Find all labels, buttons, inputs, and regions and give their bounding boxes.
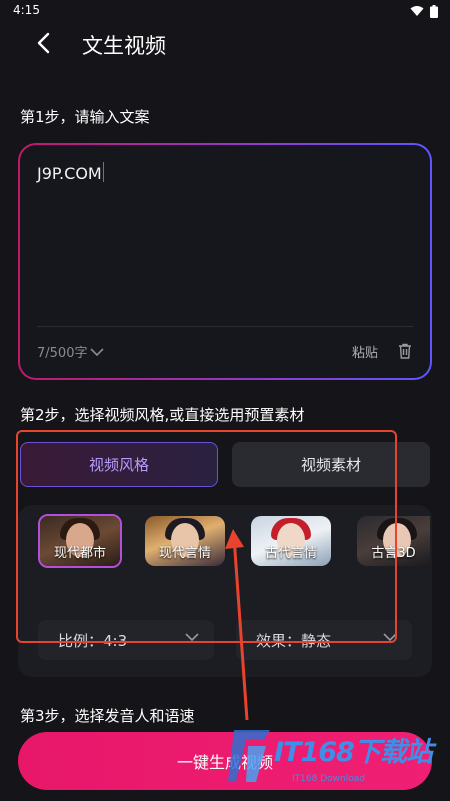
chevron-left-icon bbox=[37, 32, 50, 54]
char-counter-text: 7/500字 bbox=[37, 346, 88, 361]
trash-icon bbox=[399, 343, 411, 359]
char-counter[interactable]: 7/500字 bbox=[37, 342, 105, 361]
style-option-ancient-romance[interactable]: 古代言情 bbox=[251, 516, 331, 566]
step2-label: 第2步，选择视频风格,或直接选用预置素材 bbox=[20, 406, 305, 424]
style-label: 现代都市 bbox=[53, 546, 106, 561]
style-label: 古代言情 bbox=[264, 546, 317, 561]
status-time: 4:15 bbox=[13, 3, 40, 17]
status-icons bbox=[410, 4, 438, 18]
chevron-down-icon bbox=[185, 633, 199, 642]
wifi-icon bbox=[410, 6, 424, 16]
script-text[interactable]: J9P.COM bbox=[37, 162, 104, 183]
generate-label: 一键生成视频 bbox=[176, 753, 273, 772]
generate-video-button[interactable]: 一键生成视频 bbox=[18, 732, 432, 790]
page-title: 文生视频 bbox=[82, 34, 166, 58]
style-option-modern-romance[interactable]: 现代言情 bbox=[145, 516, 225, 566]
paste-button[interactable]: 粘贴 bbox=[352, 342, 378, 361]
script-input-card: J9P.COM 7/500字 粘贴 bbox=[18, 143, 432, 380]
divider bbox=[37, 326, 413, 327]
script-text-value: J9P.COM bbox=[37, 164, 102, 183]
style-label: 现代言情 bbox=[158, 546, 211, 561]
ratio-select[interactable]: 比例：4:3 bbox=[38, 620, 214, 660]
tab-video-material[interactable]: 视频素材 bbox=[232, 442, 430, 487]
tab-video-style[interactable]: 视频风格 bbox=[20, 442, 218, 487]
text-caret bbox=[102, 162, 104, 182]
status-bar: 4:15 bbox=[0, 0, 450, 22]
chevron-down-icon bbox=[90, 347, 105, 356]
step1-label: 第1步，请输入文案 bbox=[20, 108, 150, 126]
style-option-ancient-3d[interactable]: 古言3D bbox=[357, 516, 430, 566]
ratio-value: 比例：4:3 bbox=[58, 631, 128, 650]
style-label: 古言3D bbox=[371, 546, 416, 561]
style-option-modern-city[interactable]: 现代都市 bbox=[38, 514, 122, 568]
back-button[interactable] bbox=[30, 30, 56, 56]
battery-icon bbox=[430, 4, 438, 18]
chevron-down-icon bbox=[383, 633, 397, 642]
delete-button[interactable] bbox=[396, 342, 414, 360]
effect-value: 效果：静态 bbox=[256, 631, 332, 650]
step3-label: 第3步，选择发音人和语速 bbox=[20, 707, 195, 725]
header: 文生视频 bbox=[0, 22, 450, 66]
effect-select[interactable]: 效果：静态 bbox=[236, 620, 412, 660]
script-textarea[interactable]: J9P.COM 7/500字 粘贴 bbox=[20, 145, 430, 378]
